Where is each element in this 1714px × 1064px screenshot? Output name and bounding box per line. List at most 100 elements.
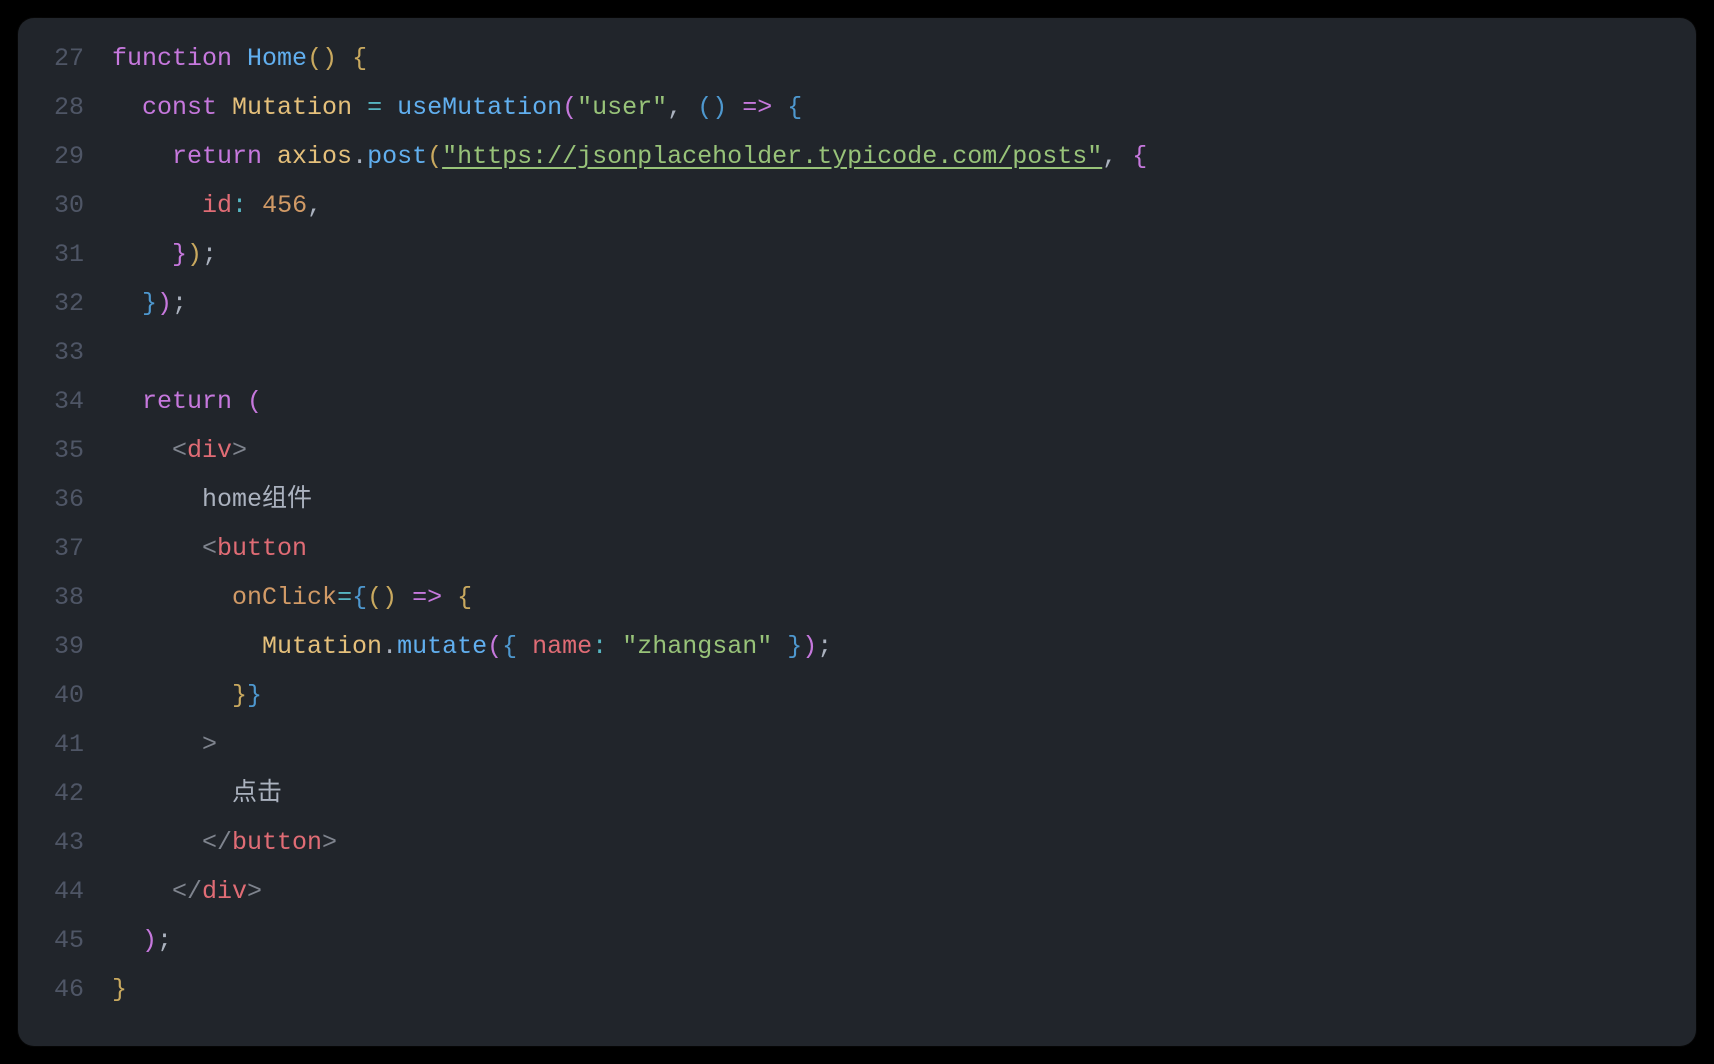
code-token: "zhangsan" xyxy=(622,632,772,661)
code-line[interactable]: 35 <div> xyxy=(18,426,1696,475)
line-number: 45 xyxy=(18,916,112,965)
code-token: { xyxy=(1132,142,1147,171)
code-line[interactable]: 46} xyxy=(18,965,1696,1014)
code-content[interactable]: return ( xyxy=(112,377,1696,426)
code-token: , xyxy=(307,191,322,220)
code-line[interactable]: 39 Mutation.mutate({ name: "zhangsan" })… xyxy=(18,622,1696,671)
line-number: 31 xyxy=(18,230,112,279)
code-line[interactable]: 37 <button xyxy=(18,524,1696,573)
code-line[interactable]: 28 const Mutation = useMutation("user", … xyxy=(18,83,1696,132)
code-token xyxy=(232,387,247,416)
code-token: button xyxy=(232,828,322,857)
code-token xyxy=(517,632,532,661)
code-content[interactable]: id: 456, xyxy=(112,181,1696,230)
code-line[interactable]: 41 > xyxy=(18,720,1696,769)
code-token: function xyxy=(112,44,232,73)
code-token: 点击 xyxy=(232,779,282,808)
code-content[interactable]: </button> xyxy=(112,818,1696,867)
code-token xyxy=(112,779,232,808)
code-line[interactable]: 32 }); xyxy=(18,279,1696,328)
code-line[interactable]: 43 </button> xyxy=(18,818,1696,867)
code-token: post xyxy=(367,142,427,171)
code-token: } xyxy=(172,240,187,269)
code-content[interactable]: </div> xyxy=(112,867,1696,916)
code-line[interactable]: 42 点击 xyxy=(18,769,1696,818)
code-line[interactable]: 36 home组件 xyxy=(18,475,1696,524)
code-content[interactable]: <button xyxy=(112,524,1696,573)
code-line[interactable]: 40 }} xyxy=(18,671,1696,720)
code-token: > xyxy=(232,436,247,465)
code-token xyxy=(112,240,172,269)
code-line[interactable]: 30 id: 456, xyxy=(18,181,1696,230)
code-line[interactable]: 34 return ( xyxy=(18,377,1696,426)
code-token: > xyxy=(202,730,217,759)
code-token: ; xyxy=(172,289,187,318)
code-token: div xyxy=(187,436,232,465)
line-number: 28 xyxy=(18,83,112,132)
code-token: < xyxy=(202,534,217,563)
code-token xyxy=(112,632,262,661)
code-token: { xyxy=(457,583,472,612)
code-token xyxy=(607,632,622,661)
code-token: < xyxy=(172,436,187,465)
code-token: > xyxy=(322,828,337,857)
code-token: Mutation xyxy=(262,632,382,661)
code-line[interactable]: 33 xyxy=(18,328,1696,377)
code-token xyxy=(112,583,232,612)
code-token xyxy=(112,289,142,318)
code-token: = xyxy=(367,93,382,122)
code-line[interactable]: 31 }); xyxy=(18,230,1696,279)
line-number: 35 xyxy=(18,426,112,475)
code-content[interactable]: }); xyxy=(112,279,1696,328)
code-token: } xyxy=(232,681,247,710)
code-token: "user" xyxy=(577,93,667,122)
code-content[interactable]: const Mutation = useMutation("user", () … xyxy=(112,83,1696,132)
code-token: { xyxy=(352,583,367,612)
code-token: useMutation xyxy=(397,93,562,122)
code-content[interactable]: }); xyxy=(112,230,1696,279)
code-token: ) xyxy=(157,289,172,318)
code-content[interactable]: 点击 xyxy=(112,769,1696,818)
code-content[interactable]: } xyxy=(112,965,1696,1014)
code-content[interactable]: function Home() { xyxy=(112,34,1696,83)
code-content[interactable]: <div> xyxy=(112,426,1696,475)
code-line[interactable]: 29 return axios.post("https://jsonplaceh… xyxy=(18,132,1696,181)
line-number: 33 xyxy=(18,328,112,377)
code-content[interactable]: home组件 xyxy=(112,475,1696,524)
code-token: ) xyxy=(142,926,157,955)
code-content[interactable]: Mutation.mutate({ name: "zhangsan" }); xyxy=(112,622,1696,671)
code-token: () xyxy=(367,583,397,612)
code-token: : xyxy=(592,632,607,661)
code-token: () xyxy=(697,93,727,122)
code-token xyxy=(772,632,787,661)
line-number: 44 xyxy=(18,867,112,916)
code-token: Mutation xyxy=(232,93,352,122)
code-token: axios xyxy=(277,142,352,171)
code-token: : xyxy=(232,191,247,220)
code-line[interactable]: 27function Home() { xyxy=(18,34,1696,83)
code-line[interactable]: 44 </div> xyxy=(18,867,1696,916)
code-line[interactable]: 38 onClick={() => { xyxy=(18,573,1696,622)
code-token: => xyxy=(412,583,442,612)
code-token: const xyxy=(142,93,217,122)
code-content[interactable]: ); xyxy=(112,916,1696,965)
code-content[interactable]: }} xyxy=(112,671,1696,720)
code-content[interactable]: onClick={() => { xyxy=(112,573,1696,622)
code-token xyxy=(337,44,352,73)
code-token: button xyxy=(217,534,307,563)
code-token: } xyxy=(247,681,262,710)
code-token: 456 xyxy=(262,191,307,220)
code-content[interactable]: return axios.post("https://jsonplacehold… xyxy=(112,132,1696,181)
code-token xyxy=(112,828,202,857)
code-token: ; xyxy=(202,240,217,269)
code-content[interactable]: > xyxy=(112,720,1696,769)
code-area[interactable]: 27function Home() {28 const Mutation = u… xyxy=(18,34,1696,1036)
line-number: 29 xyxy=(18,132,112,181)
code-token: return xyxy=(142,387,232,416)
code-line[interactable]: 45 ); xyxy=(18,916,1696,965)
code-token xyxy=(112,93,142,122)
code-token: } xyxy=(787,632,802,661)
code-token xyxy=(112,142,172,171)
code-token: ( xyxy=(562,93,577,122)
code-token: , xyxy=(1102,142,1132,171)
